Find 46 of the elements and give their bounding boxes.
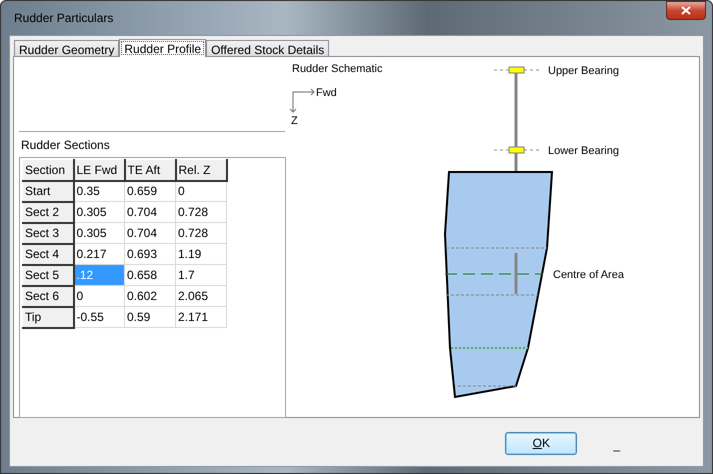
table-cell[interactable]: 0.658 [124,264,176,286]
table-cell[interactable]: 2.171 [176,306,226,328]
row-header[interactable]: Sect 3 [22,222,74,244]
tab[interactable]: Offered Stock Details [206,40,330,56]
axis-icon [290,88,315,113]
section-title: Rudder Sections [21,137,110,154]
tab[interactable]: Rudder Geometry [14,40,120,56]
axis-label: Fwd [316,87,337,99]
table-cell[interactable]: 1.7 [176,264,226,286]
table-cell[interactable]: 0 [74,286,124,306]
schematic-title: Rudder Schematic [292,63,382,75]
close-icon [681,6,691,15]
column-header[interactable]: TE Aft [124,160,176,180]
table-cell[interactable]: 0.602 [124,286,176,306]
table-cell[interactable]: 0.217 [74,244,124,264]
column-header[interactable]: Section [22,160,74,180]
table-cell[interactable]: 0.728 [176,202,226,222]
centre-label: Centre of Area [553,269,624,281]
row-header[interactable]: Sect 5 [22,264,74,286]
table-cell[interactable]: 0.693 [124,244,176,264]
row-header[interactable]: Start [22,180,74,202]
bearing-label: Upper Bearing [548,65,619,77]
row-header[interactable]: Tip [22,306,74,328]
tab[interactable]: Rudder Profile [119,39,206,57]
column-header[interactable]: Rel. Z [176,160,226,180]
bearing-icon [494,66,540,74]
table-cell[interactable]: 0.305 [74,202,124,222]
ok-button[interactable]: OK [505,432,578,454]
column-header[interactable]: LE Fwd [74,160,124,180]
table-cell[interactable]: 0.704 [124,202,176,222]
table-cell[interactable]: 0.728 [176,222,226,244]
row-header[interactable]: Sect 4 [22,244,74,264]
row-header[interactable]: Sect 6 [22,286,74,306]
close-button[interactable] [666,1,706,20]
table-cell[interactable]: -0.55 [74,306,124,328]
table-cell[interactable]: 0.305 [74,222,124,244]
axis-label: Z [291,115,298,127]
table-cell[interactable]: 1.19 [176,244,226,264]
table-cell[interactable]: 0.59 [124,306,176,328]
bearing-icon [494,146,540,154]
window-title: Rudder Particulars [14,10,114,27]
table-cell[interactable]: 0.704 [124,222,176,244]
row-header[interactable]: Sect 2 [22,202,74,222]
bearing-label: Lower Bearing [548,145,619,157]
footer-mark: _ [613,437,620,454]
table-cell[interactable]: 2.065 [176,286,226,306]
